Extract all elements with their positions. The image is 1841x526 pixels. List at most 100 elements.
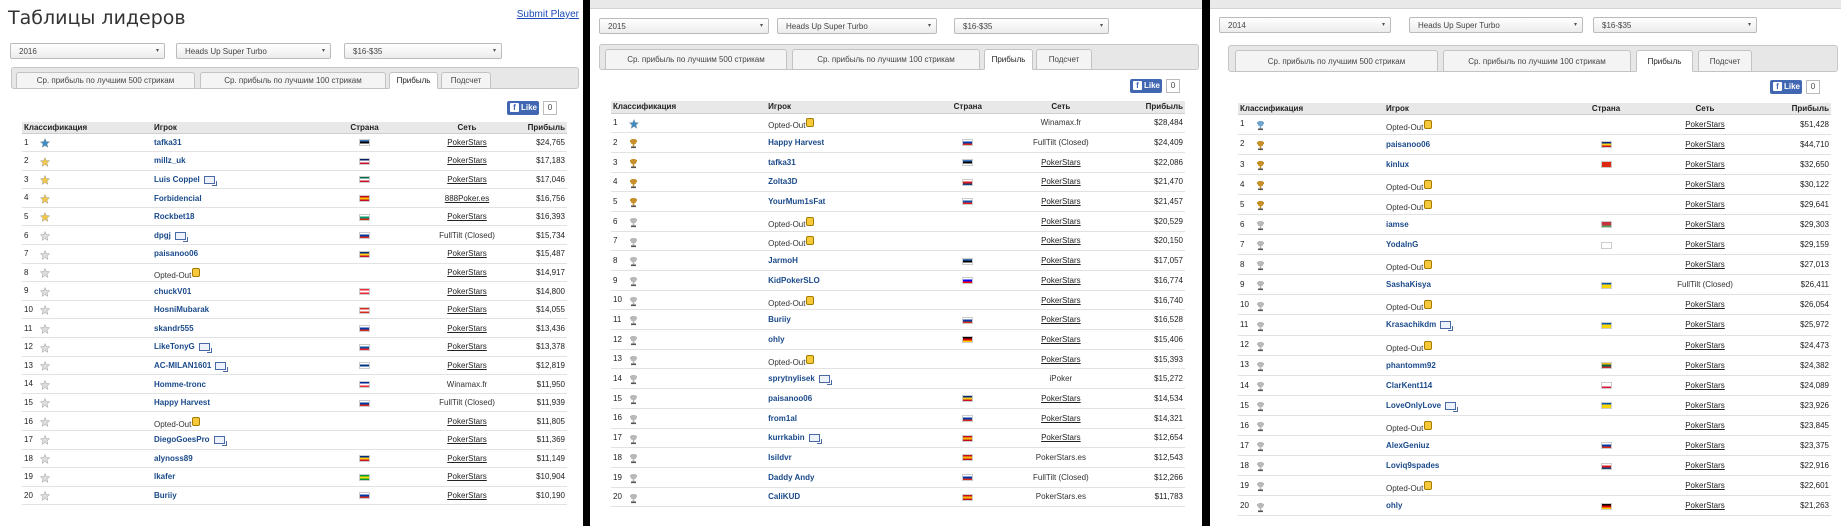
network-link[interactable]: PokerStars xyxy=(1685,341,1725,350)
network-link[interactable]: PokerStars xyxy=(447,249,487,258)
submit-player-link[interactable]: Submit Player xyxy=(517,9,579,20)
network-link[interactable]: PokerStars xyxy=(1041,256,1081,265)
player-link[interactable]: Isildvr xyxy=(768,453,792,462)
player-link[interactable]: from1al xyxy=(768,414,797,423)
header-profit[interactable]: Прибыль xyxy=(1122,101,1185,114)
player-link[interactable]: skandr555 xyxy=(154,324,194,333)
player-link[interactable]: SashaKisya xyxy=(1386,280,1431,289)
header-country[interactable]: Страна xyxy=(1567,103,1645,115)
network-link[interactable]: PokerStars xyxy=(1685,361,1725,370)
network-link[interactable]: PokerStars xyxy=(447,361,487,370)
player-link[interactable]: ohly xyxy=(768,335,784,344)
player-link[interactable]: Buriiy xyxy=(154,491,177,500)
tab-count[interactable]: Подсчет xyxy=(1698,50,1752,72)
network-link[interactable]: PokerStars xyxy=(1685,401,1725,410)
network-link[interactable]: PokerStars xyxy=(1685,240,1725,249)
header-country[interactable]: Страна xyxy=(936,101,999,114)
player-link[interactable]: AlexGeniuz xyxy=(1386,441,1430,450)
player-link[interactable]: phantomm92 xyxy=(1386,361,1436,370)
tab-avg-profit-100[interactable]: Ср. прибыль по лучшим 100 стрикам xyxy=(792,49,980,70)
header-player[interactable]: Игрок xyxy=(766,101,937,114)
game-select[interactable]: Heads Up Super Turbo ▾ xyxy=(1409,17,1583,33)
network-link[interactable]: PokerStars xyxy=(1041,197,1081,206)
player-link[interactable]: dpgj xyxy=(154,231,171,240)
network-link[interactable]: PokerStars xyxy=(447,287,487,296)
network-link[interactable]: PokerStars xyxy=(1041,315,1081,324)
popup-window-icon[interactable] xyxy=(213,436,227,447)
player-link[interactable]: Rockbet18 xyxy=(154,212,194,221)
network-link[interactable]: PokerStars xyxy=(1041,355,1081,364)
tab-profit[interactable]: Прибыль xyxy=(984,49,1033,70)
year-select[interactable]: 2014 ▾ xyxy=(1219,17,1391,33)
header-network[interactable]: Сеть xyxy=(1645,103,1765,115)
tab-avg-profit-500[interactable]: Ср. прибыль по лучшим 500 стрикам xyxy=(1235,50,1438,72)
player-link[interactable]: kurrkabin xyxy=(768,433,804,442)
player-link[interactable]: paisanoo06 xyxy=(1386,140,1430,149)
header-network[interactable]: Сеть xyxy=(998,101,1123,114)
player-link[interactable]: AC-MILAN1601 xyxy=(154,361,211,370)
player-link[interactable]: Happy Harvest xyxy=(768,138,824,147)
header-player[interactable]: Игрок xyxy=(1384,103,1567,115)
network-link[interactable]: PokerStars xyxy=(447,324,487,333)
player-link[interactable]: kinlux xyxy=(1386,160,1409,169)
network-link[interactable]: PokerStars xyxy=(1685,200,1725,209)
header-country[interactable]: Страна xyxy=(317,122,412,134)
facebook-like-button[interactable]: f Like xyxy=(1130,79,1162,93)
network-link[interactable]: PokerStars xyxy=(1041,177,1081,186)
network-link[interactable]: PokerStars xyxy=(1041,276,1081,285)
header-profit[interactable]: Прибыль xyxy=(1765,103,1831,115)
network-link[interactable]: PokerStars xyxy=(447,156,487,165)
player-link[interactable]: Zolta3D xyxy=(768,177,797,186)
network-link[interactable]: PokerStars xyxy=(1041,217,1081,226)
network-link[interactable]: PokerStars xyxy=(1685,320,1725,329)
facebook-like-button[interactable]: f Like xyxy=(507,101,539,115)
network-link[interactable]: PokerStars xyxy=(1685,140,1725,149)
network-link[interactable]: PokerStars xyxy=(447,417,487,426)
player-link[interactable]: Loviq9spades xyxy=(1386,461,1439,470)
tab-profit[interactable]: Прибыль xyxy=(389,72,438,89)
network-link[interactable]: PokerStars xyxy=(447,268,487,277)
player-link[interactable]: Homme-tronc xyxy=(154,380,206,389)
network-link[interactable]: PokerStars xyxy=(1685,300,1725,309)
player-link[interactable]: YourMum1sFat xyxy=(768,197,825,206)
network-link[interactable]: PokerStars xyxy=(447,138,487,147)
network-link[interactable]: PokerStars xyxy=(1685,220,1725,229)
network-link[interactable]: PokerStars xyxy=(1685,180,1725,189)
popup-window-icon[interactable] xyxy=(174,231,188,242)
popup-window-icon[interactable] xyxy=(808,434,822,445)
player-link[interactable]: tafka31 xyxy=(768,158,796,167)
network-link[interactable]: PokerStars xyxy=(1041,158,1081,167)
header-rank[interactable]: Классификация xyxy=(22,122,152,134)
player-link[interactable]: Happy Harvest xyxy=(154,398,210,407)
network-link[interactable]: PokerStars xyxy=(447,472,487,481)
player-link[interactable]: Krasachikdm xyxy=(1386,320,1436,329)
network-link[interactable]: PokerStars xyxy=(447,212,487,221)
game-select[interactable]: Heads Up Super Turbo ▾ xyxy=(176,43,331,59)
tab-avg-profit-100[interactable]: Ср. прибыль по лучшим 100 стрикам xyxy=(200,72,386,89)
player-link[interactable]: Buriiy xyxy=(768,315,791,324)
player-link[interactable]: LikeTonyG xyxy=(154,342,195,351)
popup-window-icon[interactable] xyxy=(1440,321,1454,332)
player-link[interactable]: Luis Coppel xyxy=(154,175,200,184)
player-link[interactable]: JarmoH xyxy=(768,256,798,265)
popup-window-icon[interactable] xyxy=(818,375,832,386)
network-link[interactable]: PokerStars xyxy=(1041,433,1081,442)
network-link[interactable]: PokerStars xyxy=(1041,394,1081,403)
player-link[interactable]: sprytnylisek xyxy=(768,374,815,383)
popup-window-icon[interactable] xyxy=(1445,401,1459,412)
network-link[interactable]: PokerStars xyxy=(447,491,487,500)
facebook-like-button[interactable]: f Like xyxy=(1770,80,1802,94)
network-link[interactable]: PokerStars xyxy=(1685,481,1725,490)
network-link[interactable]: PokerStars xyxy=(447,175,487,184)
player-link[interactable]: KidPokerSLO xyxy=(768,276,820,285)
tab-avg-profit-500[interactable]: Ср. прибыль по лучшим 500 стрикам xyxy=(16,72,195,89)
player-link[interactable]: CaliKUD xyxy=(768,492,800,501)
network-link[interactable]: PokerStars xyxy=(1041,414,1081,423)
header-rank[interactable]: Классификация xyxy=(611,101,767,114)
year-select[interactable]: 2015 ▾ xyxy=(599,18,769,34)
network-link[interactable]: PokerStars xyxy=(447,342,487,351)
network-link[interactable]: PokerStars xyxy=(1685,160,1725,169)
header-player[interactable]: Игрок xyxy=(152,122,317,134)
player-link[interactable]: ClarKent114 xyxy=(1386,381,1432,390)
player-link[interactable]: paisanoo06 xyxy=(768,394,812,403)
